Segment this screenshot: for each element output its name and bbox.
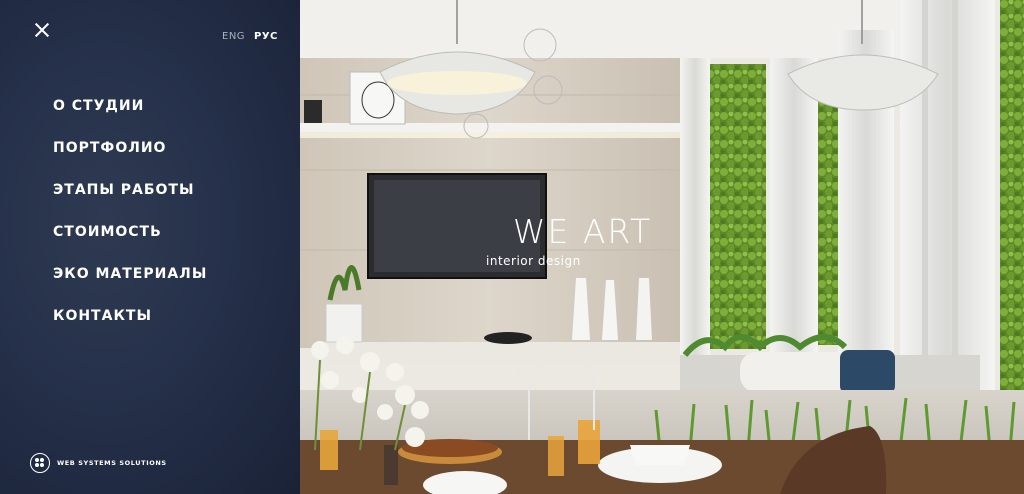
four-dots-logo-icon [30,453,50,473]
language-eng-link[interactable]: ENG [222,31,245,42]
brand-subtitle: interior design [486,254,581,268]
menu-item-pricing[interactable]: СТОИМОСТЬ [53,224,207,240]
developer-logo-link[interactable]: WEB SYSTEMS SOLUTIONS [30,453,167,473]
menu-item-about[interactable]: О СТУДИИ [53,98,207,114]
menu-item-work-stages[interactable]: ЭТАПЫ РАБОТЫ [53,182,207,198]
menu-item-eco-materials[interactable]: ЭКО МАТЕРИАЛЫ [53,266,207,282]
close-icon[interactable] [34,22,50,38]
menu-item-portfolio[interactable]: ПОРТФОЛИО [53,140,207,156]
main-menu: О СТУДИИ ПОРТФОЛИО ЭТАПЫ РАБОТЫ СТОИМОСТ… [53,98,207,350]
brand-logo[interactable]: WE ART interior design [440,212,725,269]
menu-item-contacts[interactable]: КОНТАКТЫ [53,308,207,324]
developer-name: WEB SYSTEMS SOLUTIONS [57,459,167,467]
navigation-sidebar: ENG РУС О СТУДИИ ПОРТФОЛИО ЭТАПЫ РАБОТЫ … [0,0,300,494]
hero-interior-image: WE ART interior design [300,0,1024,494]
brand-title: WE ART [512,212,653,251]
language-rus-link[interactable]: РУС [254,31,278,42]
